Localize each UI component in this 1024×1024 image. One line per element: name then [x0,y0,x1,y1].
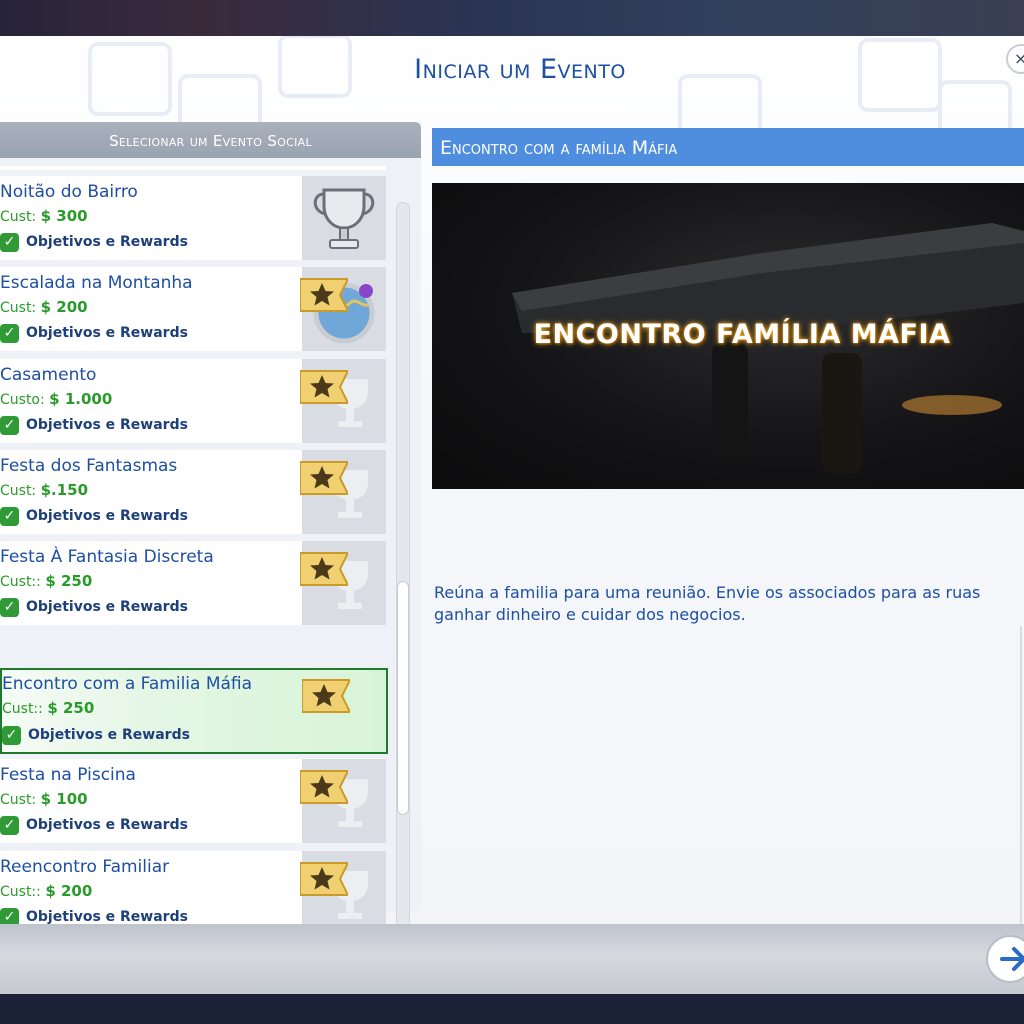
star-icon [300,370,348,404]
star-icon [302,679,350,713]
calendar-pattern-decoration [88,36,1012,136]
objectives-rewards-link[interactable]: Objetivos e Rewards [26,508,188,524]
next-button[interactable] [986,935,1024,983]
checkmark-icon: ✓ [0,416,19,435]
event-item-festa-a-fantasia-discreta[interactable]: Festa À Fantasia Discreta Cust:: $ 250 ✓… [0,541,386,625]
star-icon [300,278,348,312]
event-name: Encontro com a Familia Máfia [2,674,253,694]
event-name: Noitão do Bairro [0,182,138,202]
checkmark-icon: ✓ [0,816,19,835]
event-description: Reúna a familia para uma reunião. Envie … [434,583,981,624]
objectives-rewards-link[interactable]: Objetivos e Rewards [26,599,188,615]
list-item-partial [0,166,386,170]
event-cost: Cust: $ 200 [0,298,88,316]
objectives-rewards-link[interactable]: Objetivos e Rewards [26,417,188,433]
objectives-rewards-link[interactable]: Objetivos e Rewards [26,234,188,250]
trophy-icon [313,188,375,249]
checkmark-icon: ✓ [0,233,19,252]
game-backdrop [0,0,1024,36]
event-banner-image: ENCONTRO FAMÍLIA MÁFIA [432,183,1024,489]
event-cost: Cust:: $ 200 [0,882,93,900]
event-item-casamento[interactable]: Casamento Custo: $ 1.000 ✓ Objetivos e R… [0,359,386,443]
event-item-noitao-do-bairro[interactable]: Noitão do Bairro Cust: $ 300 ✓ Objetivos… [0,176,386,260]
checkmark-icon: ✓ [0,598,19,617]
event-item-festa-na-piscina[interactable]: Festa na Piscina Cust: $ 100 ✓ Objetivos… [0,759,386,843]
event-detail-title: Encontro com a família Máfia [432,128,1024,166]
event-name: Reencontro Familiar [0,857,170,877]
event-item-encontro-familia-mafia[interactable]: Encontro com a Familia Máfia Cust:: $ 25… [0,668,388,754]
event-list-panel: Selecionar um Evento Social Noitão do Ba… [0,122,421,924]
objectives-rewards-link[interactable]: Objetivos e Rewards [26,325,188,341]
list-scrollbar-thumb[interactable] [398,582,408,814]
star-icon [300,770,348,804]
event-cost: Cust: $ 300 [0,207,88,225]
checkmark-icon: ✓ [0,324,19,343]
event-name: Festa À Fantasia Discreta [0,547,214,567]
objectives-rewards-link[interactable]: Objetivos e Rewards [28,727,190,743]
arrow-right-icon [1000,947,1024,971]
event-banner-text: ENCONTRO FAMÍLIA MÁFIA [533,319,951,350]
objectives-rewards-link[interactable]: Objetivos e Rewards [26,817,188,833]
close-icon: × [1014,49,1024,68]
event-cost: Custo: $ 1.000 [0,390,113,408]
event-thumbnail [302,176,386,260]
start-event-dialog: Iniciar um Evento × Selecionar um Evento… [0,36,1024,924]
event-list-header: Selecionar um Evento Social [0,122,421,158]
event-cost: Cust:: $ 250 [2,699,95,717]
event-name: Festa dos Fantasmas [0,456,178,476]
star-icon [300,552,348,586]
checkmark-icon: ✓ [2,726,21,745]
event-item-festa-dos-fantasmas[interactable]: Festa dos Fantasmas Cust: $.150 ✓ Objeti… [0,450,386,534]
event-item-escalada-na-montanha[interactable]: Escalada na Montanha Cust: $ 200 ✓ Objet… [0,267,386,351]
dialog-footer [0,924,1024,994]
event-name: Casamento [0,365,97,385]
star-icon [300,461,348,495]
event-cost: Cust: $ 100 [0,790,88,808]
checkmark-icon: ✓ [0,908,19,924]
detail-divider [1020,626,1022,924]
event-name: Escalada na Montanha [0,273,193,293]
dialog-title: Iniciar um Evento [414,54,626,85]
list-scrollbar-track[interactable] [396,202,410,924]
event-cost: Cust: $.150 [0,481,89,499]
event-name: Festa na Piscina [0,765,136,785]
event-cost: Cust:: $ 250 [0,572,93,590]
event-item-reencontro-familiar[interactable]: Reencontro Familiar Cust:: $ 200 ✓ Objet… [0,851,386,924]
game-backdrop-bottom [0,994,1024,1024]
checkmark-icon: ✓ [0,507,19,526]
star-icon [300,862,348,896]
objectives-rewards-link[interactable]: Objetivos e Rewards [26,909,188,924]
